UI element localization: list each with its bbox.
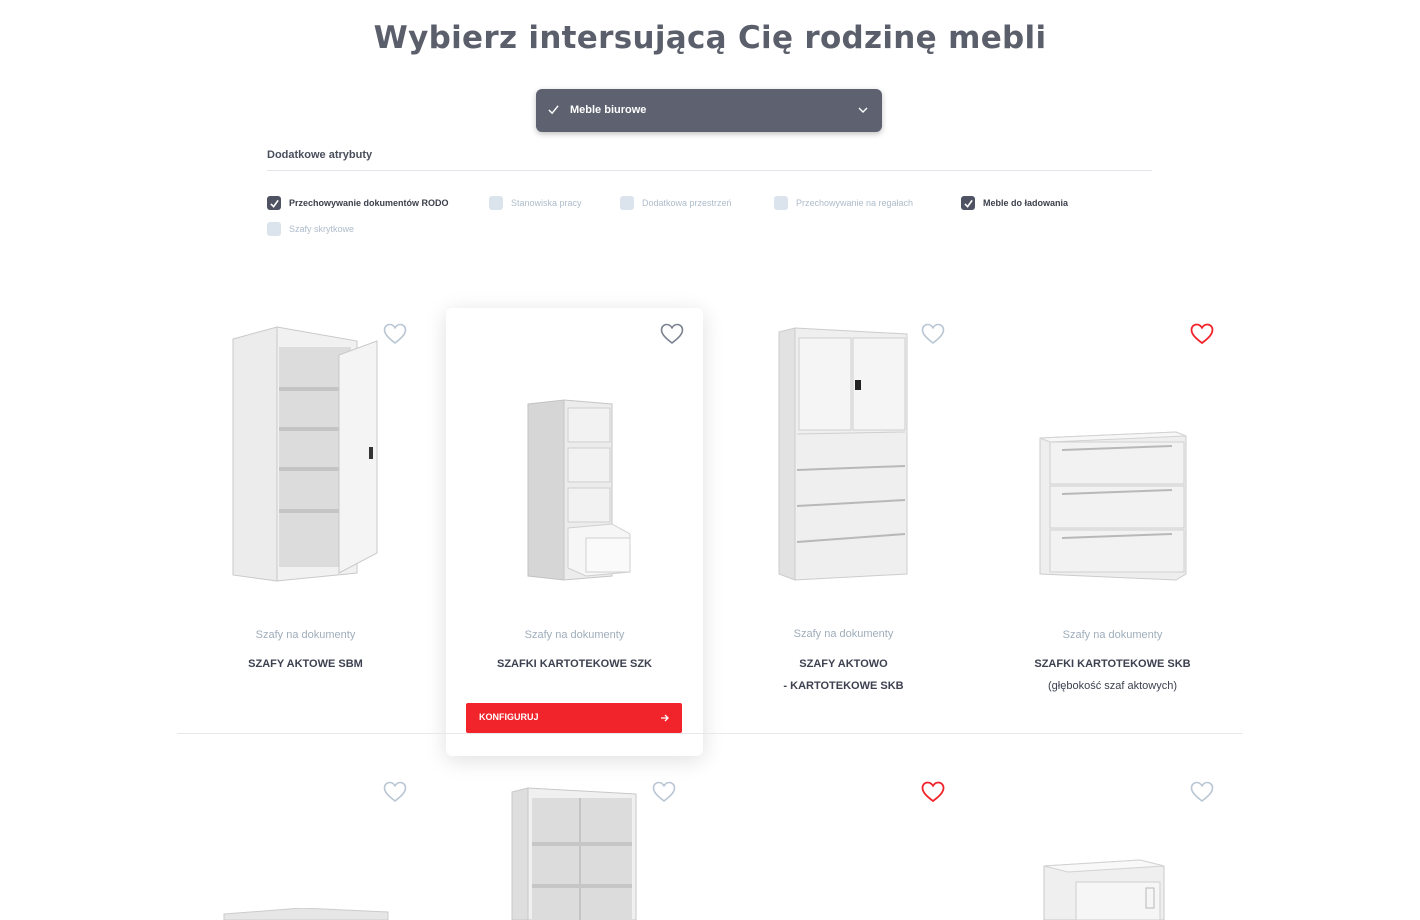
checkbox-label: Meble do ładowania <box>983 198 1069 208</box>
product-name-line2: (głębokość szaf aktowych) <box>1048 680 1177 692</box>
product-category: Szafy na dokumenty <box>524 629 625 641</box>
checkbox-label: Szafy skrytkowe <box>289 224 355 234</box>
product-category: Szafy na dokumenty <box>255 629 356 641</box>
product-name[interactable]: SZAFKI KARTOTEKOWE SKB (głębokość szaf a… <box>984 653 1241 697</box>
cabinet-drawers-image <box>778 327 908 581</box>
product-card-skb-deep[interactable]: Szafy na dokumenty SZAFKI KARTOTEKOWE SK… <box>984 308 1241 756</box>
heart-icon[interactable] <box>1190 323 1214 345</box>
product-name-line1: SZAFKI KARTOTEKOWE SKB <box>1034 658 1191 670</box>
configure-button-label: KONFIGURUJ <box>479 712 539 722</box>
product-name[interactable]: SZAFKI KARTOTEKOWE SZK <box>446 653 703 675</box>
checkbox-box <box>489 196 503 210</box>
checkbox-label: Przechowywanie dokumentów RODO <box>289 198 449 208</box>
heart-icon[interactable] <box>660 323 684 345</box>
check-icon <box>963 199 973 208</box>
furniture-family-select[interactable]: Meble biurowe <box>536 89 882 132</box>
heart-icon[interactable] <box>652 781 676 803</box>
heart-icon[interactable] <box>1190 781 1214 803</box>
checkbox-label: Przechowywanie na regałach <box>796 198 914 208</box>
check-icon <box>269 199 279 208</box>
product-name-line1: SZAFKI KARTOTEKOWE SZK <box>496 658 652 670</box>
checkbox-box <box>620 196 634 210</box>
product-name[interactable]: SZAFY AKTOWE SBM <box>177 653 434 675</box>
checkbox-box <box>961 196 975 210</box>
product-category: Szafy na dokumenty <box>1062 629 1163 641</box>
row-divider <box>177 733 1243 734</box>
product-card-szk[interactable]: Szafy na dokumenty SZAFKI KARTOTEKOWE SZ… <box>446 308 703 756</box>
safe-cabinet-image <box>1043 859 1165 920</box>
lateral-file-image <box>1039 431 1187 581</box>
product-card-sbm[interactable]: Szafy na dokumenty SZAFY AKTOWE SBM <box>177 308 434 756</box>
checkbox-label: Dodatkowa przestrzeń <box>642 198 732 208</box>
checkbox-box <box>267 196 281 210</box>
heart-icon[interactable] <box>383 781 407 803</box>
checkbox-label: Stanowiska pracy <box>511 198 582 208</box>
check-icon <box>548 105 559 115</box>
chevron-down-icon <box>858 107 868 113</box>
product-name-line1: SZAFY AKTOWO <box>799 658 888 670</box>
product-card-skb[interactable]: Szafy na dokumenty SZAFY AKTOWO - KARTOT… <box>715 308 972 756</box>
checkbox-extra-space[interactable]: Dodatkowa przestrzeń <box>620 195 732 211</box>
checkbox-box <box>774 196 788 210</box>
checkbox-charging[interactable]: Meble do ładowania <box>961 195 1068 211</box>
checkbox-box <box>267 222 281 236</box>
selected-family-label: Meble biurowe <box>570 104 647 116</box>
page-title: Wybierz intersującą Cię rodzinę mebli <box>373 20 1047 56</box>
checkbox-workstations[interactable]: Stanowiska pracy <box>489 195 582 211</box>
checkbox-rodo[interactable]: Przechowywanie dokumentów RODO <box>267 195 449 211</box>
product-category: Szafy na dokumenty <box>793 628 894 640</box>
attributes-divider <box>267 170 1152 171</box>
product-name-line1: SZAFY AKTOWE SBM <box>248 658 363 670</box>
heart-icon[interactable] <box>921 323 945 345</box>
filing-cabinet-image <box>527 399 631 581</box>
checkbox-shelving[interactable]: Przechowywanie na regałach <box>774 195 913 211</box>
checkbox-lockers[interactable]: Szafy skrytkowe <box>267 221 354 237</box>
arrow-right-icon <box>661 714 669 722</box>
open-cabinet-image <box>232 326 378 582</box>
product-name-line2: - KARTOTEKOWE SKB <box>783 680 904 692</box>
configure-button[interactable]: KONFIGURUJ <box>466 703 682 733</box>
low-cabinet-image <box>223 908 389 920</box>
open-shelf-image <box>511 787 637 920</box>
attributes-heading: Dodatkowe atrybuty <box>267 149 373 161</box>
heart-icon[interactable] <box>921 781 945 803</box>
product-name[interactable]: SZAFY AKTOWO - KARTOTEKOWE SKB <box>715 653 972 697</box>
